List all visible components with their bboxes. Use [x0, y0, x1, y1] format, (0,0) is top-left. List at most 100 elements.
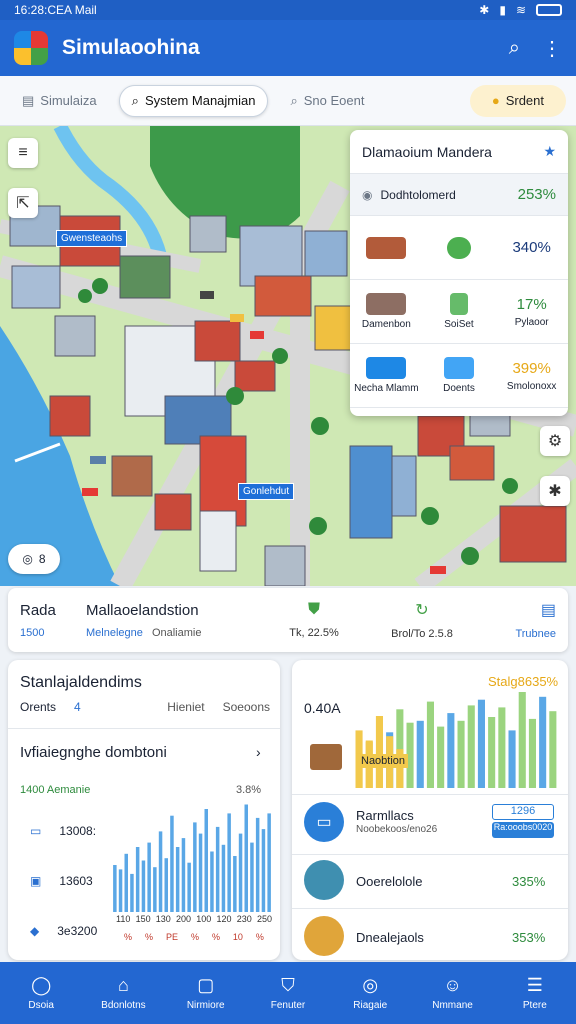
nav-label: Nmmane	[432, 1000, 473, 1011]
x-tick-label: 130	[155, 914, 171, 924]
overlay-cell[interactable]	[422, 216, 496, 280]
overlay-grid: 340% Damenbon SoiSet 17% Pylaoor Necha M…	[350, 216, 568, 408]
x-sub-label: PE	[165, 932, 178, 942]
compass-icon[interactable]: ⇱	[8, 188, 38, 218]
right-top-left: 0.40A	[304, 700, 341, 716]
truck-icon	[366, 357, 407, 379]
x-sub-label: %	[124, 932, 133, 942]
summary-sub-row: Melnelegne Onaliamie	[86, 627, 266, 639]
x-tick-label: 230	[236, 914, 252, 924]
chart-bar	[130, 873, 134, 912]
overlay-cell-label: Doents	[443, 383, 475, 394]
tab-event-search[interactable]: ⌕ Sno Eoent	[278, 85, 376, 117]
nav-label: Nirmiore	[186, 1000, 225, 1011]
bulb-icon: ●	[491, 93, 500, 108]
overlay-cell-label: Necha Mlamm	[354, 383, 419, 394]
overlay-cell[interactable]: Damenbon	[350, 280, 423, 344]
chart-bar	[250, 842, 254, 912]
stat-row[interactable]: ▭ 13008:	[30, 824, 96, 838]
summary-col-rate[interactable]: ⛊ Tk, 22.5%	[266, 601, 362, 639]
x-sub-label: %	[190, 932, 199, 942]
star-icon[interactable]: ★	[543, 143, 556, 160]
stat-row-label: 13603	[59, 874, 93, 888]
info-icon: ◉	[362, 187, 373, 202]
overlay-cell-value: 340%	[512, 239, 551, 256]
overlay-cell[interactable]: 399% Smolonoxx	[495, 344, 568, 408]
nav-item-feature[interactable]: ⛉ Fenuter	[247, 962, 329, 1024]
chart-bar	[244, 804, 248, 912]
summary-col-ratio[interactable]: ↻ Brol/To 2.5.8	[362, 600, 482, 640]
stat-row[interactable]: ▣ 13603	[30, 874, 93, 888]
list-item-sub: Noobekoos/eno26	[356, 824, 438, 835]
chart-bar	[267, 813, 271, 912]
chart-bar	[193, 822, 197, 912]
chart-icon: ▤	[540, 602, 556, 619]
list-item-title: Dnealejaols	[356, 930, 424, 945]
walk-icon[interactable]: ✱	[540, 476, 570, 506]
list-item-title: Rarmllacs	[356, 808, 414, 823]
menu-icon[interactable]: ≡	[8, 138, 38, 168]
map-label-landmark[interactable]: Gonlehdut	[238, 483, 295, 500]
overlay-summary-row[interactable]: ◉ Dodhtolomerd 253%	[350, 174, 568, 216]
overlay-cell[interactable]: 340%	[495, 216, 568, 280]
chart-bar	[477, 699, 485, 788]
summary-sub: Melnelegne	[86, 626, 143, 639]
tab-simulation[interactable]: ▤ Simulaiza	[10, 85, 109, 117]
chart-bar	[175, 847, 180, 912]
shield-icon: ⛊	[307, 601, 320, 618]
summary-sub: Brol/To 2.5.8	[391, 628, 453, 640]
overlay-cell[interactable]: 17% Pylaoor	[495, 280, 568, 344]
right-stats-panel: 0.40A Stalg8635% Naobtion ▭ Rarmllacs No…	[292, 660, 568, 960]
map-label-district[interactable]: Gwensteaohs	[56, 230, 128, 247]
list-item-value: 1296	[492, 804, 554, 820]
chart-bar	[170, 815, 174, 912]
chart-bar	[164, 858, 168, 912]
list-item[interactable]: Dnealejaols 353%	[292, 912, 568, 960]
overlay-cell[interactable]	[350, 216, 423, 280]
overlay-cell[interactable]: Necha Mlamm	[350, 344, 423, 408]
chart-bar	[488, 717, 496, 788]
chart-bar	[467, 705, 475, 788]
right-top-right: Stalg8635%	[488, 674, 559, 689]
overlay-cell[interactable]: Doents	[422, 344, 496, 408]
right-bar-chart	[355, 692, 557, 788]
user-icon: ☺	[443, 975, 462, 995]
list-item[interactable]: ▭ Rarmllacs Noobekoos/eno26 1296 Ra:ooob…	[292, 796, 568, 852]
tab-system-management[interactable]: ⌕ System Manajmian	[118, 84, 269, 117]
overlay-cell[interactable]: SoiSet	[422, 280, 496, 344]
summary-col-management[interactable]: Mallaoelandstion Melnelegne Onaliamie	[86, 602, 266, 639]
nav-label: Riagaie	[353, 1000, 388, 1011]
tab-history[interactable]: Hieniet	[167, 700, 204, 714]
more-menu-icon[interactable]: ⋮	[542, 36, 562, 61]
nav-item-region[interactable]: ◎ Riagaie	[329, 962, 411, 1024]
chart-bar	[416, 720, 424, 788]
left-panel-tabs: Orents 4 Hieniet Soeoons	[20, 700, 270, 714]
search-icon[interactable]: ⌕	[509, 37, 520, 60]
list-item-value-sub: Ra:ooobs0020	[492, 822, 554, 838]
summary-col-trend[interactable]: ▤ Trubnee	[496, 600, 556, 640]
status-bar: 16:28:CEA Mail ✱ ▮ ≋	[0, 0, 576, 20]
close-icon[interactable]: ›	[256, 744, 261, 760]
nav-item-profile[interactable]: ☺ Nmmane	[411, 962, 493, 1024]
chart-bar	[113, 865, 117, 912]
nav-item-buildings[interactable]: ⌂ Bdonlotns	[82, 962, 164, 1024]
nav-item-monitor[interactable]: ▢ Nirmiore	[165, 962, 247, 1024]
tab-label: Srdent	[505, 93, 544, 108]
map-zoom-badge[interactable]: ◎ 8	[8, 544, 60, 574]
nav-item-more[interactable]: ☰ Ptere	[494, 962, 576, 1024]
chart-bar	[447, 713, 455, 788]
settings-icon[interactable]: ⚙	[540, 426, 570, 456]
stat-row-label: 13008:	[59, 824, 97, 838]
summary-sub: Tk, 22.5%	[289, 627, 339, 639]
x-axis-labels: 110 150 130 200 100 120 230 250	[116, 914, 272, 924]
x-tick-label: 200	[176, 914, 192, 924]
chart-bar	[198, 833, 203, 912]
stat-row[interactable]: ◆ 3e3200	[30, 924, 97, 938]
list-item[interactable]: Ooerelolole 335%	[292, 856, 568, 906]
globe-icon: ◎	[362, 975, 379, 995]
nav-item-home[interactable]: ◯ Dsoia	[0, 962, 82, 1024]
tab-events[interactable]: Orents	[20, 700, 56, 714]
summary-col-rada[interactable]: Rada 1500	[20, 602, 86, 639]
tab-sessions[interactable]: Soeoons	[223, 700, 270, 714]
tab-student[interactable]: ● Srdent	[469, 84, 566, 117]
